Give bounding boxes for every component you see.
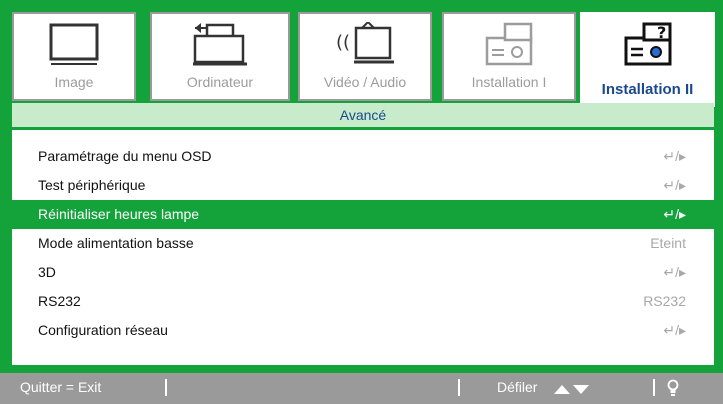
computer-icon — [191, 22, 249, 73]
tab-video-audio[interactable]: (( Vidéo / Audio — [298, 12, 432, 101]
tab-installation-1-label: Installation I — [471, 74, 547, 90]
projector-question-icon: ? — [618, 22, 678, 73]
status-divider — [458, 379, 460, 396]
menu-item-low-power-mode[interactable]: Mode alimentation basse Eteint — [12, 229, 714, 258]
enter-icon: ↵/▸ — [663, 206, 686, 222]
panel-title: Avancé — [12, 103, 714, 130]
lightbulb-icon — [667, 379, 679, 402]
menu-item-label: RS232 — [38, 293, 81, 309]
tab-ordinateur[interactable]: Ordinateur — [150, 12, 290, 101]
projector-icon — [479, 22, 539, 73]
status-divider — [165, 379, 167, 396]
up-down-arrows-icon — [554, 382, 590, 400]
tab-installation-1[interactable]: Installation I — [442, 12, 576, 101]
menu-item-label: Réinitialiser heures lampe — [38, 206, 200, 222]
menu-item-network-config[interactable]: Configuration réseau ↵/▸ — [12, 316, 714, 345]
tab-installation-2[interactable]: ? Installation II — [580, 12, 715, 107]
enter-icon: ↵/▸ — [663, 264, 686, 280]
menu-item-label: 3D — [38, 264, 56, 280]
enter-icon: ↵/▸ — [663, 322, 686, 338]
menu-item-osd-settings[interactable]: Paramétrage du menu OSD ↵/▸ — [12, 142, 714, 171]
enter-icon: ↵/▸ — [663, 148, 686, 164]
tab-bar: Image Ordinateur ((Vidéo / Audio Instal… — [12, 12, 715, 107]
svg-text:?: ? — [657, 23, 666, 42]
tab-ordinateur-label: Ordinateur — [186, 74, 254, 90]
scroll-hint: Défiler — [497, 379, 538, 395]
menu-item-rs232[interactable]: RS232 RS232 — [12, 287, 714, 316]
menu-item-reset-lamp-hours[interactable]: Réinitialiser heures lampe ↵/▸ — [12, 200, 714, 229]
monitor-icon — [47, 22, 101, 71]
menu-item-label: Paramétrage du menu OSD — [38, 148, 212, 164]
status-bar: Quitter = Exit Défiler — [0, 373, 723, 404]
tab-image-label: Image — [54, 74, 94, 90]
quit-hint: Quitter = Exit — [20, 379, 102, 395]
video-audio-icon: (( — [334, 21, 396, 73]
osd-menu-frame: Image Ordinateur ((Vidéo / Audio Instal… — [0, 0, 723, 404]
menu-item-value: RS232 — [643, 293, 686, 309]
tab-image[interactable]: Image — [12, 12, 136, 101]
menu-item-3d[interactable]: 3D ↵/▸ — [12, 258, 714, 287]
menu-item-value: Eteint — [650, 235, 686, 251]
status-divider — [653, 379, 655, 396]
menu-item-peripheral-test[interactable]: Test périphérique ↵/▸ — [12, 171, 714, 200]
menu-item-label: Test périphérique — [38, 177, 146, 193]
enter-icon: ↵/▸ — [663, 177, 686, 193]
settings-list: Paramétrage du menu OSD ↵/▸ Test périphé… — [12, 142, 714, 345]
menu-item-label: Mode alimentation basse — [38, 235, 194, 251]
menu-item-label: Configuration réseau — [38, 322, 168, 338]
tab-video-audio-label: Vidéo / Audio — [323, 74, 407, 90]
settings-panel: Avancé Paramétrage du menu OSD ↵/▸ Test … — [12, 103, 714, 365]
tab-installation-2-label: Installation II — [601, 81, 694, 98]
svg-text:((: (( — [336, 32, 350, 53]
